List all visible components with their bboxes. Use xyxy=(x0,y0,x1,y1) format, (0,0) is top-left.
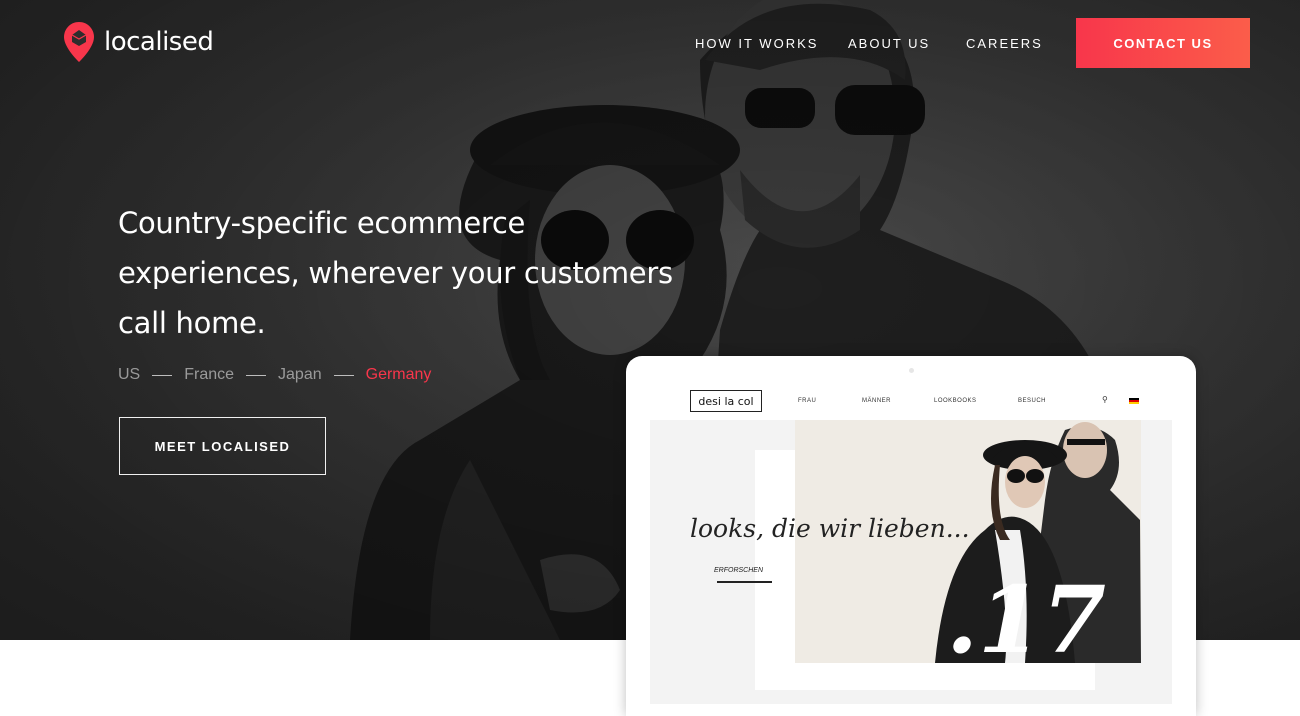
mockup-tagline: looks, die wir lieben... xyxy=(690,514,970,543)
map-pin-icon xyxy=(64,22,94,62)
device-mockup: desi la col FRAU MÄNNER LOOKBOOKS BESUCH… xyxy=(626,356,1196,716)
mockup-nav-frau: FRAU xyxy=(798,398,817,404)
mockup-season-number: .17 xyxy=(946,566,1107,674)
brand-logo[interactable]: localised xyxy=(64,22,214,62)
mockup-explore-underline xyxy=(717,581,772,583)
mockup-nav-maenner: MÄNNER xyxy=(862,398,892,404)
contact-us-button[interactable]: CONTACT US xyxy=(1076,18,1250,68)
hero-headline: Country-specific ecommerce experiences, … xyxy=(118,198,678,348)
country-separator xyxy=(246,374,267,376)
mockup-explore-link: ERFORSCHEN xyxy=(714,567,764,574)
mockup-nav-lookbooks: LOOKBOOKS xyxy=(934,398,977,404)
country-separator xyxy=(152,374,173,376)
country-france[interactable]: France xyxy=(184,366,234,384)
hero-headline-line-2: experiences, wherever your customers xyxy=(118,256,673,290)
brand-name: localised xyxy=(104,27,214,57)
country-separator xyxy=(333,374,354,376)
germany-flag-icon xyxy=(1129,398,1139,404)
hero-headline-line-1: Country-specific ecommerce xyxy=(118,206,526,240)
mockup-navbar: desi la col FRAU MÄNNER LOOKBOOKS BESUCH… xyxy=(650,384,1172,420)
nav-careers[interactable]: CAREERS xyxy=(966,36,1043,51)
nav-how-it-works[interactable]: HOW IT WORKS xyxy=(695,36,818,51)
mockup-store-logo: desi la col xyxy=(690,390,762,412)
mockup-nav-besuch: BESUCH xyxy=(1018,398,1047,404)
hero-headline-line-3: call home. xyxy=(118,306,266,340)
country-germany[interactable]: Germany xyxy=(366,366,432,384)
country-list: US France Japan Germany xyxy=(118,366,431,384)
nav-about-us[interactable]: ABOUT US xyxy=(848,36,930,51)
country-japan[interactable]: Japan xyxy=(278,366,322,384)
meet-localised-button[interactable]: MEET LOCALISED xyxy=(119,417,326,475)
device-camera xyxy=(909,368,914,373)
search-icon: ⚲ xyxy=(1102,395,1108,404)
country-us[interactable]: US xyxy=(118,366,140,384)
device-screen: desi la col FRAU MÄNNER LOOKBOOKS BESUCH… xyxy=(650,384,1172,704)
